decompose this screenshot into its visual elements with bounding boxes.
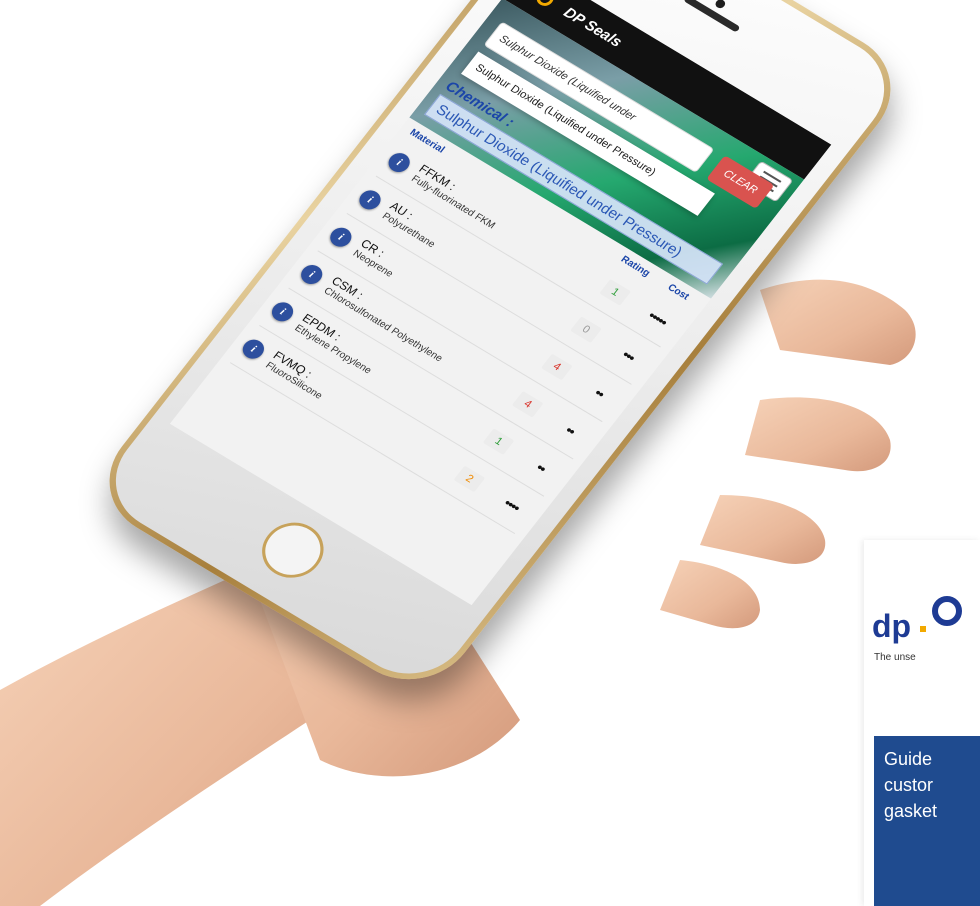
- finger-3: [700, 495, 826, 564]
- dp-brand-logo-icon: [908, 596, 980, 646]
- cost-indicator: •••••: [645, 307, 671, 329]
- finger-1: [760, 279, 916, 365]
- brand-panel-line: gasket: [884, 801, 938, 822]
- front-camera-icon: [713, 0, 727, 10]
- brand-panel-line: custor: [884, 775, 934, 796]
- home-button[interactable]: [249, 512, 336, 589]
- info-icon[interactable]: i: [384, 149, 414, 176]
- cost-indicator: ••: [533, 459, 550, 476]
- brand-tagline: The unse: [874, 652, 916, 663]
- info-icon[interactable]: i: [355, 186, 385, 213]
- cost-indicator: ••: [592, 384, 608, 401]
- brand-card: dp The unse Guide custor gasket: [864, 540, 980, 906]
- rating-badge: 0: [570, 316, 602, 344]
- brand-info-panel: Guide custor gasket: [874, 736, 980, 906]
- brand-panel-line: Guide: [884, 749, 933, 769]
- finger-2: [745, 397, 891, 472]
- cost-indicator: •••: [619, 346, 639, 365]
- dp-seals-logo-icon[interactable]: [520, 0, 563, 13]
- finger-4: [660, 560, 760, 629]
- cost-indicator: ••: [562, 422, 579, 438]
- cost-indicator: ••••: [501, 495, 524, 515]
- rating-badge: 4: [540, 353, 573, 381]
- rating-badge: 4: [511, 390, 544, 418]
- brand-wordmark: dp: [872, 608, 912, 644]
- info-icon[interactable]: i: [296, 261, 327, 288]
- rating-badge: 1: [482, 428, 515, 455]
- rating-badge: 1: [599, 279, 632, 306]
- brand-dot: [920, 626, 926, 632]
- info-icon[interactable]: i: [238, 336, 269, 363]
- earpiece-speaker: [683, 0, 741, 33]
- rating-badge: 2: [453, 465, 486, 493]
- info-icon[interactable]: i: [326, 224, 356, 251]
- info-icon[interactable]: i: [267, 298, 298, 325]
